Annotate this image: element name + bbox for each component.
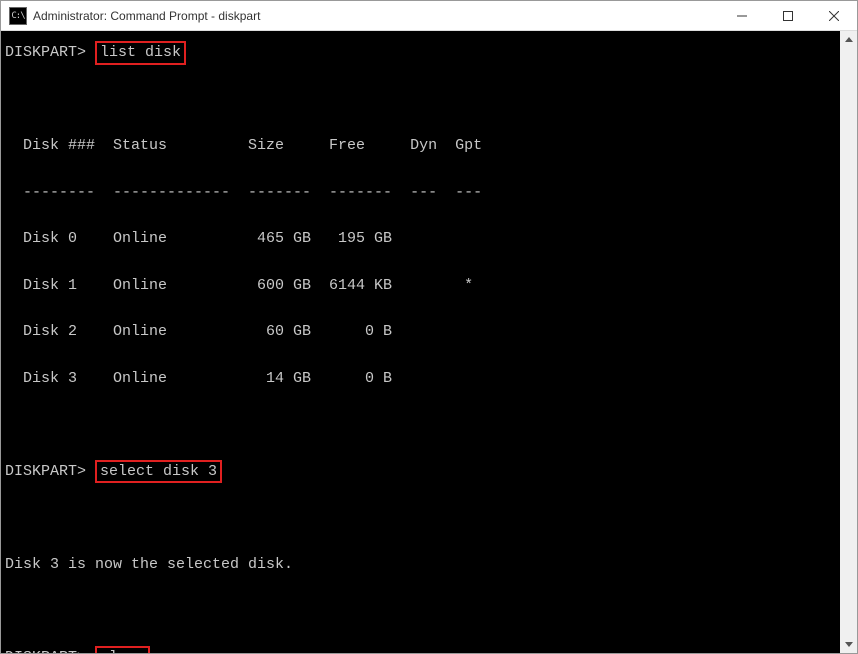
msg-selected-disk: Disk 3 is now the selected disk. (5, 553, 836, 576)
close-button[interactable] (811, 1, 857, 30)
app-icon-text: C:\ (11, 11, 24, 21)
maximize-button[interactable] (765, 1, 811, 30)
command-prompt-window: C:\ Administrator: Command Prompt - disk… (0, 0, 858, 654)
vertical-scrollbar[interactable] (840, 31, 857, 653)
console-output[interactable]: DISKPART> list disk Disk ### Status Size… (1, 31, 840, 653)
cmd-clean: clean (95, 646, 150, 653)
chevron-up-icon (845, 37, 853, 42)
cmd-select-disk: select disk 3 (95, 460, 222, 484)
scroll-up-button[interactable] (840, 31, 857, 48)
window-controls (719, 1, 857, 30)
scroll-down-button[interactable] (840, 636, 857, 653)
disk-row: Disk 1 Online 600 GB 6144 KB * (5, 274, 836, 297)
prompt: DISKPART> (5, 44, 86, 61)
minimize-icon (737, 11, 747, 21)
chevron-down-icon (845, 642, 853, 647)
console-area: DISKPART> list disk Disk ### Status Size… (1, 31, 857, 653)
minimize-button[interactable] (719, 1, 765, 30)
app-icon: C:\ (9, 7, 27, 25)
close-icon (829, 11, 839, 21)
cmd-list-disk: list disk (95, 41, 186, 65)
titlebar[interactable]: C:\ Administrator: Command Prompt - disk… (1, 1, 857, 31)
disk-row: Disk 0 Online 465 GB 195 GB (5, 227, 836, 250)
disk-row: Disk 3 Online 14 GB 0 B (5, 367, 836, 390)
disk-row: Disk 2 Online 60 GB 0 B (5, 320, 836, 343)
maximize-icon (783, 11, 793, 21)
window-title: Administrator: Command Prompt - diskpart (33, 9, 719, 23)
disk-table-divider: -------- ------------- ------- ------- -… (5, 181, 836, 204)
prompt: DISKPART> (5, 649, 86, 653)
disk-table-header: Disk ### Status Size Free Dyn Gpt (5, 134, 836, 157)
prompt: DISKPART> (5, 463, 86, 480)
